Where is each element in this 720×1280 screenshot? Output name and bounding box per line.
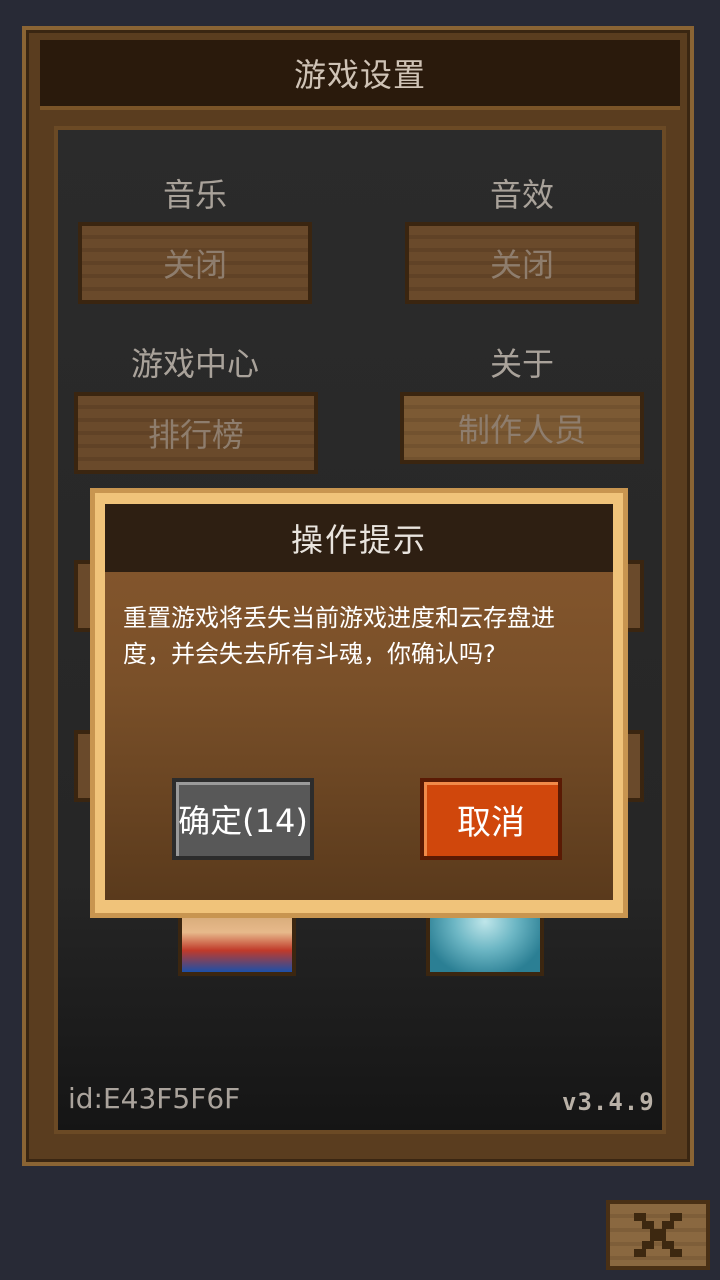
sound-label: 音效 [489,176,554,214]
dialog-message: 重置游戏将丢失当前游戏进度和云存盘进度，并会失去所有斗魂，你确认吗? [123,604,555,668]
cancel-button-label: 取消 [457,802,525,843]
confirm-button[interactable]: 确定(14) [172,778,314,860]
music-toggle-label: 关闭 [162,246,227,284]
music-label: 音乐 [162,176,227,214]
close-button[interactable] [606,1200,710,1270]
leaderboard-label: 排行榜 [147,416,244,454]
settings-title: 游戏设置 [293,56,426,94]
about-label: 关于 [489,345,554,383]
leaderboard-button[interactable]: 排行榜 [74,392,318,474]
sound-toggle-label: 关闭 [489,246,554,284]
version-label: v3.4.9 [562,1088,655,1116]
credits-label: 制作人员 [457,411,586,449]
cancel-button[interactable]: 取消 [420,778,562,860]
settings-header: 游戏设置 [40,40,680,110]
credits-button[interactable]: 制作人员 [400,392,644,464]
player-id: id:E43F5F6F [68,1082,241,1115]
confirm-button-label: 确定(14) [178,802,308,840]
dialog-title: 操作提示 [290,521,427,559]
sound-toggle-button[interactable]: 关闭 [405,222,639,304]
music-toggle-button[interactable]: 关闭 [78,222,312,304]
game-center-label: 游戏中心 [130,345,259,383]
close-x-icon [634,1213,682,1257]
dialog-header: 操作提示 [105,504,613,572]
